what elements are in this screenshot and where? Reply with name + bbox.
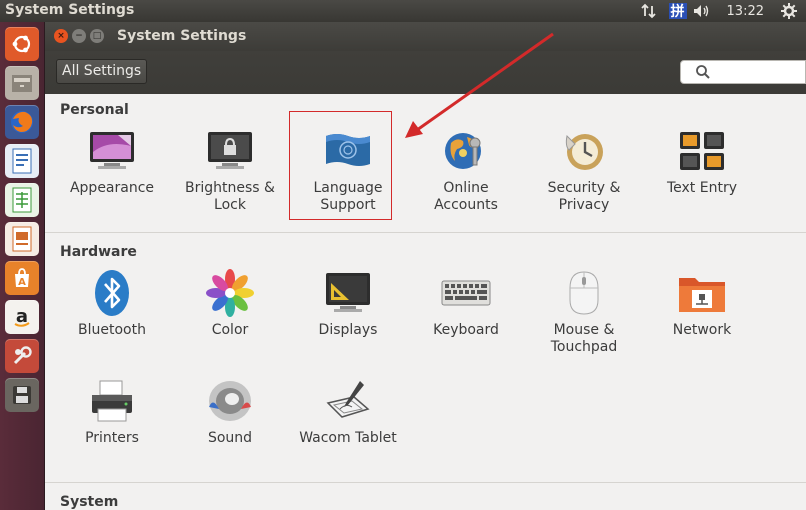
volume-icon[interactable]	[687, 0, 717, 22]
files-icon[interactable]	[5, 66, 39, 100]
libreoffice-calc-icon[interactable]	[5, 183, 39, 217]
top-panel: System Settings 拼 13:22	[0, 0, 806, 22]
firefox-icon[interactable]	[5, 105, 39, 139]
system-settings-icon[interactable]	[5, 339, 39, 373]
svg-text:A: A	[18, 277, 26, 288]
system-settings-window: × − □ System Settings All Settings Perso…	[45, 22, 806, 510]
ubuntu-dash-icon[interactable]	[5, 27, 39, 61]
top-panel-title: System Settings	[5, 2, 135, 18]
libreoffice-writer-icon[interactable]	[5, 144, 39, 178]
system-tray: 拼 13:22	[637, 0, 806, 22]
launcher: A a	[0, 22, 45, 510]
floppy-save-icon[interactable]	[5, 378, 39, 412]
gear-icon[interactable]	[778, 0, 800, 22]
keyboard-ime-icon[interactable]: 拼	[668, 3, 687, 20]
annotation-arrow	[405, 32, 554, 138]
clock[interactable]: 13:22	[727, 0, 764, 22]
network-arrows-icon[interactable]	[637, 0, 661, 22]
software-center-icon[interactable]: A	[5, 261, 39, 295]
libreoffice-impress-icon[interactable]	[5, 222, 39, 256]
amazon-icon[interactable]: a	[5, 300, 39, 334]
